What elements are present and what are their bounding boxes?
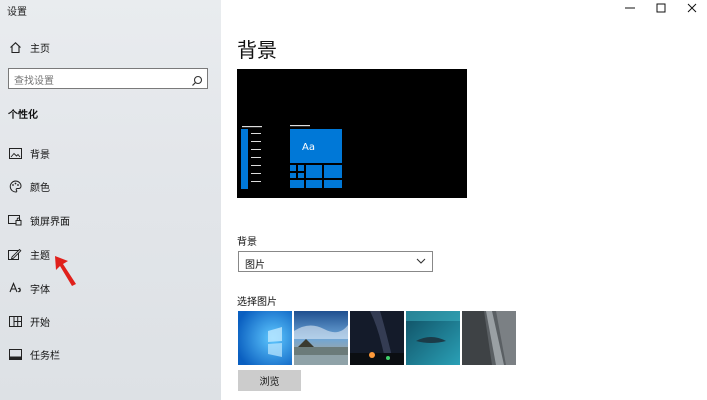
- picture-thumbnail-windows-blue[interactable]: [238, 311, 292, 365]
- image-icon: [7, 145, 23, 161]
- background-type-select[interactable]: 图片: [238, 251, 433, 272]
- font-icon: [7, 280, 23, 296]
- palette-icon: [7, 178, 23, 194]
- taskbar-icon: [7, 346, 23, 362]
- sidebar-item-colors[interactable]: 颜色: [0, 174, 221, 198]
- maximize-icon: [656, 3, 666, 13]
- close-icon: [687, 3, 697, 13]
- sidebar-item-label: 任务栏: [30, 350, 60, 362]
- background-type-value: 图片: [245, 260, 265, 271]
- sidebar: 设置 主页 个性化 背景 颜色 锁屏界面 主题: [0, 0, 221, 400]
- annotation-arrow: [55, 256, 76, 286]
- sidebar-item-label: 开始: [30, 317, 50, 329]
- preview-tile-text: Aa: [302, 142, 315, 153]
- lock-screen-icon: [7, 212, 23, 228]
- background-label: 背景: [237, 237, 257, 248]
- browse-button[interactable]: 浏览: [238, 370, 301, 391]
- sidebar-item-background[interactable]: 背景: [0, 141, 221, 165]
- picture-thumbnail-underwater[interactable]: [406, 311, 460, 365]
- close-button[interactable]: [677, 0, 707, 16]
- sidebar-item-label: 背景: [30, 149, 50, 161]
- preview-start-menu: [241, 125, 342, 189]
- maximize-button[interactable]: [646, 0, 676, 16]
- choose-picture-label: 选择图片: [237, 297, 277, 308]
- picture-thumbnail-night-sky[interactable]: [350, 311, 404, 365]
- home-icon: [7, 39, 23, 55]
- picture-thumbnail-beach-sky[interactable]: [294, 311, 348, 365]
- search-box[interactable]: [8, 68, 208, 91]
- start-icon: [7, 313, 23, 329]
- app-title: 设置: [7, 7, 27, 18]
- picture-thumbnail-rock-cliff[interactable]: [462, 311, 516, 365]
- minimize-icon: [625, 7, 635, 9]
- sidebar-item-themes[interactable]: 主题: [0, 242, 221, 266]
- chevron-down-icon: [416, 258, 426, 264]
- main-pane: 背景 Aa 背景 图片 选择图片 浏览: [221, 0, 707, 400]
- sidebar-item-label: 主页: [30, 43, 50, 55]
- picture-thumbnails: [238, 311, 516, 365]
- theme-icon: [7, 246, 23, 262]
- sidebar-item-label: 锁屏界面: [30, 216, 70, 228]
- sidebar-item-lock-screen[interactable]: 锁屏界面: [0, 208, 221, 232]
- section-title: 个性化: [8, 110, 38, 121]
- minimize-button[interactable]: [615, 0, 645, 16]
- desktop-preview: Aa: [237, 69, 467, 198]
- page-title: 背景: [237, 38, 277, 62]
- sidebar-item-start[interactable]: 开始: [0, 309, 221, 333]
- sidebar-item-label: 字体: [30, 284, 50, 296]
- sidebar-item-label: 颜色: [30, 182, 50, 194]
- search-icon[interactable]: [191, 72, 203, 91]
- sidebar-item-fonts[interactable]: 字体: [0, 276, 221, 300]
- sidebar-item-taskbar[interactable]: 任务栏: [0, 342, 221, 366]
- search-input[interactable]: [9, 72, 184, 91]
- sidebar-item-label: 主题: [30, 250, 50, 262]
- sidebar-item-home[interactable]: 主页: [0, 35, 221, 59]
